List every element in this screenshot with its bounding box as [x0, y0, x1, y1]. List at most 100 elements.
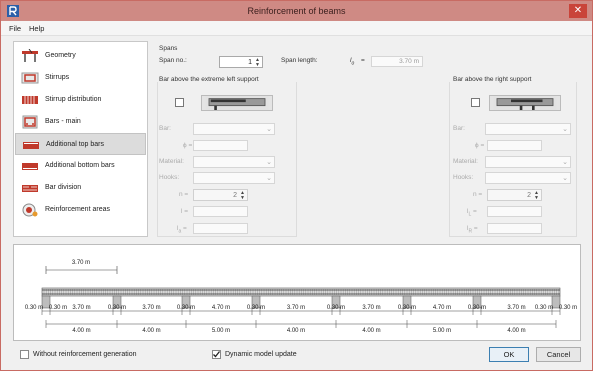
left-hooks-select[interactable]: ⌄ — [193, 172, 275, 184]
span-length-label: Span length: — [281, 57, 318, 64]
cancel-button[interactable]: Cancel — [536, 347, 581, 362]
without-generation-label: Without reinforcement generation — [33, 351, 137, 358]
reinforcement-areas-icon — [22, 203, 38, 217]
left-support-checkbox[interactable] — [175, 98, 184, 107]
sidebar-item-bars-main[interactable]: Bars - main — [15, 111, 146, 133]
right-lL-label: lL = — [467, 208, 477, 218]
span-no-label: Span no.: — [159, 57, 187, 64]
right-material-select[interactable]: ⌄ — [485, 156, 571, 168]
sidebar-item-label: Stirrup distribution — [45, 96, 102, 103]
chevron-down-icon: ⌄ — [562, 175, 568, 182]
beam-body — [41, 287, 561, 297]
chevron-down-icon: ⌄ — [266, 175, 272, 182]
clear-span-label: 4.70 m — [212, 305, 230, 311]
span-no-value: 1 — [248, 59, 252, 66]
support-width-label: 0.30 m — [327, 305, 345, 311]
spinner-arrows-icon[interactable]: ▲ ▼ — [239, 191, 246, 201]
left-bar-select[interactable]: ⌄ — [193, 123, 275, 135]
left-la-field — [193, 223, 248, 234]
right-material-label: Material: — [453, 158, 478, 165]
sidebar-item-label: Geometry — [45, 52, 76, 59]
sidebar-item-stirrup-distribution[interactable]: Stirrup distribution — [15, 89, 146, 111]
right-phi-label: ϕ = — [475, 142, 485, 149]
clear-span-label: 4.70 m — [433, 305, 451, 311]
span-no-spinner[interactable]: 1 ▲ ▼ — [219, 56, 263, 68]
sidebar-item-label: Additional bottom bars — [45, 162, 115, 169]
left-material-select[interactable]: ⌄ — [193, 156, 275, 168]
sidebar-item-label: Bars - main — [45, 118, 81, 125]
span-length-field: 3.70 m — [371, 56, 423, 67]
sidebar-item-additional-top-bars[interactable]: Additional top bars — [15, 133, 146, 155]
support-width-label: 0.30 m — [49, 305, 67, 311]
left-n-spinner[interactable]: 2 ▲ ▼ — [193, 189, 248, 201]
left-la-label: la = — [177, 225, 187, 235]
geometry-icon — [22, 49, 38, 62]
reinforcement-dialog: Reinforcement of beams ✕ File Help Geome… — [0, 0, 593, 371]
clear-span-label: 3.70 m — [72, 305, 90, 311]
spinner-arrows-icon[interactable]: ▲ ▼ — [254, 58, 261, 68]
chevron-down-icon: ⌄ — [562, 126, 568, 133]
clear-span-label: 3.70 m — [362, 305, 380, 311]
support-width-label: 0.30 m — [535, 305, 553, 311]
top-dimension-label: 3.70 m — [72, 260, 90, 266]
right-n-value: 2 — [527, 192, 531, 199]
sidebar-item-stirrups[interactable]: Stirrups — [15, 67, 146, 89]
stirrups-icon — [21, 72, 39, 84]
clear-span-label: 3.70 m — [287, 305, 305, 311]
spinner-arrows-icon[interactable]: ▲ ▼ — [533, 191, 540, 201]
axis-span-label: 4.00 m — [142, 328, 160, 334]
right-hooks-label: Hooks: — [453, 174, 474, 181]
right-lR-label: lR = — [467, 225, 478, 235]
sidebar-item-label: Reinforcement areas — [45, 206, 110, 213]
span-length-equals: = — [361, 57, 365, 64]
menu-bar: File Help — [1, 21, 592, 36]
sidebar-item-label: Stirrups — [45, 74, 70, 81]
right-hooks-select[interactable]: ⌄ — [485, 172, 571, 184]
support-width-label: 0.30 m — [468, 305, 486, 311]
dynamic-update-checkbox[interactable] — [212, 350, 221, 359]
left-bar-label: Bar: — [159, 125, 171, 132]
right-bar-label: Bar: — [453, 125, 465, 132]
without-generation-checkbox[interactable] — [20, 350, 29, 359]
axis-span-label: 5.00 m — [212, 328, 230, 334]
axis-span-label: 5.00 m — [433, 328, 451, 334]
left-l-field — [193, 206, 248, 217]
support-width-label: 0.30 m — [25, 305, 43, 311]
right-n-label: n = — [473, 191, 483, 198]
axis-span-label: 4.00 m — [507, 328, 525, 334]
support-width-label: 0.30 m — [108, 305, 126, 311]
sidebar-item-reinforcement-areas[interactable]: Reinforcement areas — [15, 199, 146, 221]
close-button[interactable]: ✕ — [569, 4, 587, 18]
axis-span-label: 4.00 m — [287, 328, 305, 334]
sidebar-item-bar-division[interactable]: Bar division — [15, 177, 146, 199]
sidebar: Geometry Stirrups Stirrup distribution B… — [13, 41, 148, 237]
left-hooks-label: Hooks: — [159, 174, 180, 181]
right-bar-preview-icon — [489, 95, 561, 111]
bars-main-icon — [22, 115, 38, 129]
beam-diagram-svg: 3.70 m 0.30 m 0.30 m 0.30 m 0.30 m 0.30 m 0.30… — [25, 260, 577, 334]
right-bar-select[interactable]: ⌄ — [485, 123, 571, 135]
close-icon: ✕ — [573, 5, 583, 16]
support-width-label: 0.30 m — [559, 305, 577, 311]
right-phi-field — [487, 140, 542, 151]
checkmark-icon — [213, 351, 221, 358]
axis-span-label: 4.00 m — [362, 328, 380, 334]
additional-bottom-bars-icon — [22, 163, 38, 170]
title-bar: Reinforcement of beams ✕ — [1, 1, 592, 21]
left-n-value: 2 — [233, 192, 237, 199]
left-phi-field — [193, 140, 248, 151]
right-n-spinner[interactable]: 2 ▲ ▼ — [487, 189, 542, 201]
menu-file[interactable]: File — [9, 24, 21, 33]
support-width-label: 0.30 m — [247, 305, 265, 311]
menu-help[interactable]: Help — [29, 24, 44, 33]
sidebar-item-geometry[interactable]: Geometry — [15, 45, 146, 67]
support-width-label: 0.30 m — [398, 305, 416, 311]
sidebar-item-additional-bottom-bars[interactable]: Additional bottom bars — [15, 155, 146, 177]
window-title: Reinforcement of beams — [247, 6, 346, 16]
ok-button[interactable]: OK — [489, 347, 529, 362]
right-support-checkbox[interactable] — [471, 98, 480, 107]
support-width-label: 0.30 m — [177, 305, 195, 311]
stirrup-distribution-icon — [22, 96, 38, 104]
dynamic-update-label: Dynamic model update — [225, 351, 297, 358]
additional-top-bars-icon — [23, 142, 39, 149]
